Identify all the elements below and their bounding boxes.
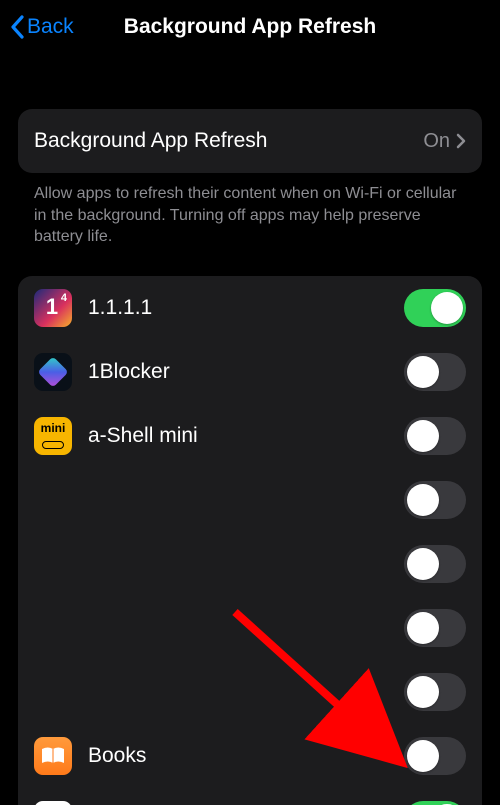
app-icon-books: [34, 737, 72, 775]
app-row: [18, 468, 482, 532]
app-icon-ashell: mini: [34, 417, 72, 455]
app-name-label: a-Shell mini: [88, 424, 404, 448]
app-row: mini a-Shell mini: [18, 404, 482, 468]
app-row: 1Blocker: [18, 340, 482, 404]
back-button[interactable]: Back: [0, 15, 74, 39]
app-name-label: 1.1.1.1: [88, 296, 404, 320]
app-icon-1111: 14: [34, 289, 72, 327]
app-row: Chat: [18, 788, 482, 805]
app-toggle-1-1-1-1[interactable]: [404, 289, 466, 327]
app-icon-1blocker: [34, 353, 72, 391]
master-switch-card: Background App Refresh On: [18, 109, 482, 173]
chevron-left-icon: [10, 15, 25, 39]
app-row: [18, 660, 482, 724]
app-icon-blank: [34, 481, 72, 519]
app-toggle-1blocker[interactable]: [404, 353, 466, 391]
app-row: [18, 532, 482, 596]
page-title: Background App Refresh: [0, 15, 500, 39]
app-name-label: Books: [88, 744, 404, 768]
app-icon-blank: [34, 609, 72, 647]
navbar: Back Background App Refresh: [0, 0, 500, 54]
app-toggle-row3[interactable]: [404, 481, 466, 519]
apps-list: 14 1.1.1.1 1Blocker mini a-Shell mini Books Ch…: [18, 276, 482, 805]
app-icon-blank: [34, 673, 72, 711]
app-toggle-row4[interactable]: [404, 545, 466, 583]
app-row: [18, 596, 482, 660]
app-toggle-chat[interactable]: [404, 801, 466, 805]
app-toggle-books[interactable]: [404, 737, 466, 775]
app-toggle-a-shell-mini[interactable]: [404, 417, 466, 455]
app-name-label: 1Blocker: [88, 360, 404, 384]
app-toggle-row6[interactable]: [404, 673, 466, 711]
app-row: 14 1.1.1.1: [18, 276, 482, 340]
chevron-right-icon: [456, 133, 466, 149]
master-switch-value: On: [423, 130, 450, 153]
back-label: Back: [27, 15, 74, 39]
app-toggle-row5[interactable]: [404, 609, 466, 647]
app-icon-blank: [34, 545, 72, 583]
app-row: Books: [18, 724, 482, 788]
master-switch-row[interactable]: Background App Refresh On: [18, 109, 482, 173]
app-icon-chat: [34, 801, 72, 805]
section-footer-help: Allow apps to refresh their content when…: [18, 173, 482, 248]
master-switch-label: Background App Refresh: [34, 129, 423, 153]
